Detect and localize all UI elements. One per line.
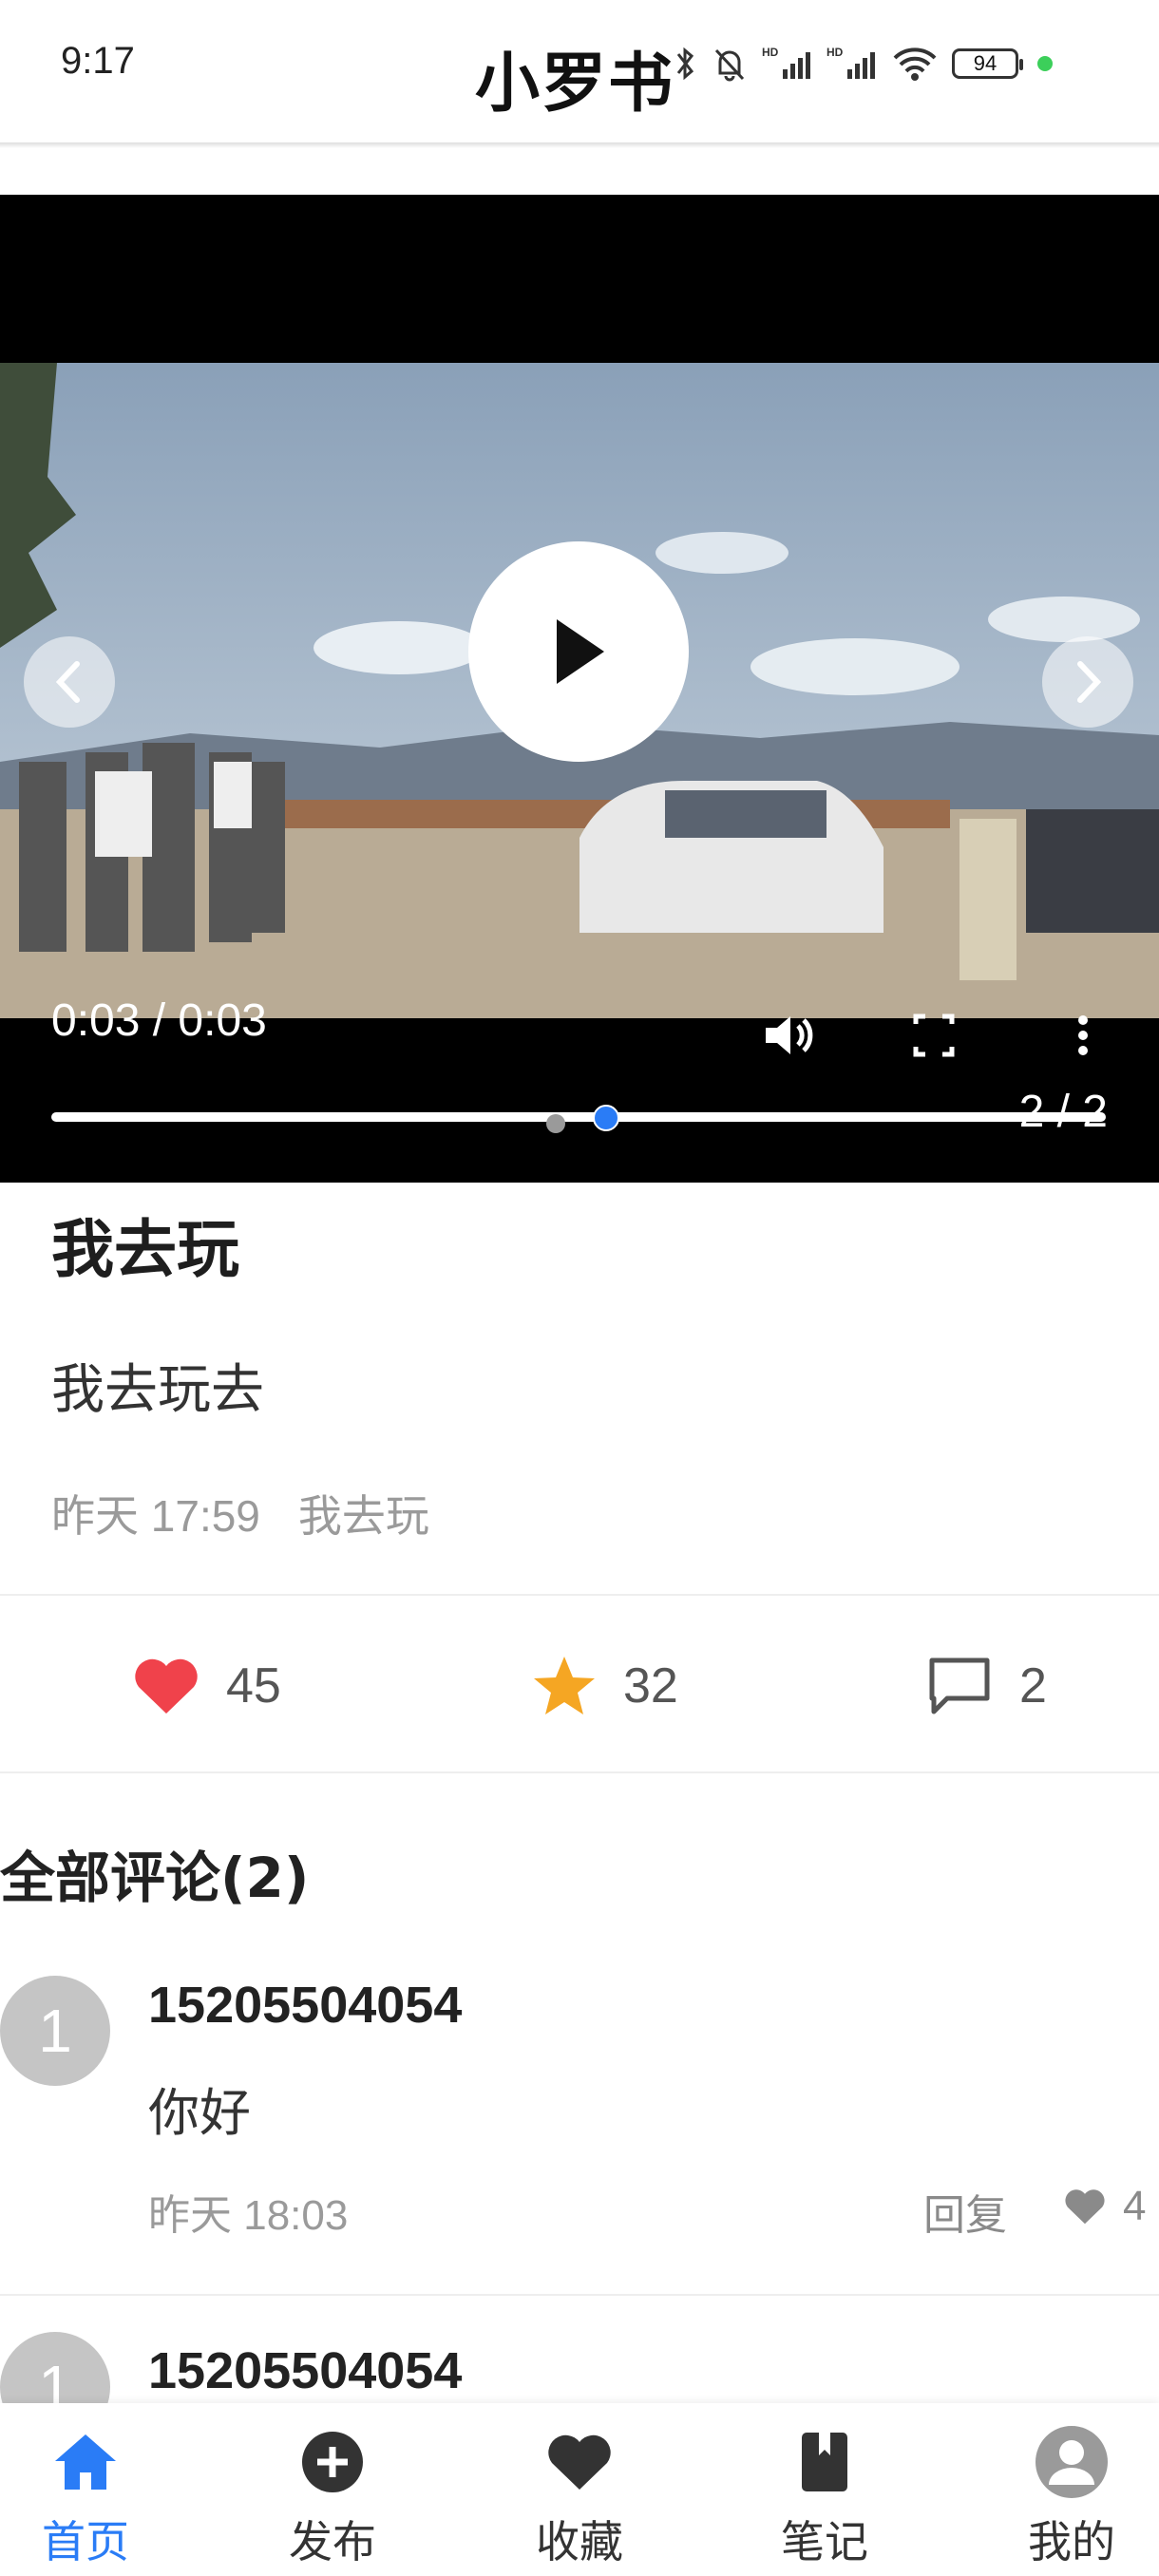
heart-icon [135, 1658, 198, 1714]
chevron-left-icon [55, 661, 80, 703]
user-icon [1036, 2426, 1108, 2498]
signal-1-icon: HD [762, 46, 810, 79]
favorite-count: 32 [623, 1658, 678, 1714]
divider [0, 1771, 1159, 1773]
progress-handle[interactable] [593, 1105, 619, 1131]
video-time: 0:03 / 0:03 [51, 995, 267, 1046]
comment-like-count: 4 [1123, 2183, 1147, 2229]
privacy-dot-icon [1037, 56, 1053, 71]
comment-username[interactable]: 15205504054 [148, 1976, 462, 2035]
comment-like-button[interactable]: 4 [1064, 2183, 1146, 2230]
volume-button[interactable] [760, 1007, 817, 1068]
fullscreen-icon [913, 1013, 955, 1057]
avatar[interactable]: 1 [0, 1976, 110, 2086]
nav-label: 笔记 [781, 2516, 868, 2567]
mute-bell-icon [714, 48, 745, 82]
bottom-nav: 首页 发布 收藏 笔记 我的 [0, 2403, 1159, 2576]
nav-me[interactable]: 我的 [977, 2424, 1159, 2567]
chevron-right-icon [1077, 661, 1102, 703]
heart-icon [1065, 2189, 1105, 2225]
play-icon [557, 619, 604, 684]
nav-label: 我的 [1028, 2516, 1115, 2567]
nav-label: 首页 [42, 2516, 129, 2567]
post-body: 我去玩去 [51, 1359, 264, 1421]
like-count: 45 [226, 1658, 281, 1714]
fullscreen-button[interactable] [910, 1007, 958, 1068]
page-indicator-dot [546, 1114, 565, 1133]
volume-icon [766, 1016, 813, 1054]
post-meta: 昨天 17:59 我去玩 [51, 1482, 429, 1544]
divider [0, 2294, 1159, 2296]
prev-arrow-button[interactable] [24, 636, 115, 728]
post-title: 我去玩 [51, 1213, 239, 1286]
heart-icon [548, 2434, 611, 2490]
nav-notes[interactable]: 笔记 [730, 2424, 920, 2567]
like-button[interactable]: 45 [133, 1643, 281, 1729]
status-time: 9:17 [61, 40, 135, 82]
comment-button[interactable]: 2 [926, 1643, 1047, 1729]
favorite-button[interactable]: 32 [532, 1643, 678, 1729]
star-icon [534, 1657, 595, 1714]
more-button[interactable] [1068, 1007, 1098, 1068]
status-bar: 9:17 小罗书 HD HD 94 [0, 0, 1159, 142]
status-icons: HD HD 94 [674, 40, 1053, 87]
nav-favorites[interactable]: 收藏 [484, 2424, 674, 2567]
post-date: 昨天 17:59 [51, 1491, 260, 1541]
nav-publish[interactable]: 发布 [238, 2424, 428, 2567]
post-tag[interactable]: 我去玩 [298, 1491, 429, 1541]
video-progress-bar[interactable] [51, 1105, 1106, 1131]
book-icon [802, 2433, 847, 2491]
svg-text:HD: HD [826, 46, 844, 59]
nav-label: 发布 [289, 2516, 376, 2567]
comment-text: 你好 [148, 2083, 251, 2143]
signal-2-icon: HD [826, 46, 875, 79]
comments-header: 全部评论(2) [0, 1846, 310, 1910]
divider [0, 1594, 1159, 1596]
comment-username[interactable]: 15205504054 [148, 2341, 462, 2400]
comment-time: 昨天 18:03 [148, 2192, 349, 2239]
video-player[interactable]: 0:03 / 0:03 2 / 2 [0, 195, 1159, 1183]
nav-label: 收藏 [536, 2516, 623, 2567]
wifi-icon [893, 47, 937, 81]
home-icon [55, 2434, 116, 2490]
media-counter: 2 / 2 [1018, 1087, 1108, 1137]
comment-count: 2 [1019, 1658, 1047, 1714]
nav-home[interactable]: 首页 [0, 2424, 180, 2567]
next-arrow-button[interactable] [1042, 636, 1133, 728]
comment-icon [929, 1657, 990, 1714]
plus-circle-icon [302, 2432, 363, 2492]
play-button[interactable] [468, 541, 689, 762]
reply-button[interactable]: 回复 [923, 2181, 1007, 2242]
bluetooth-icon [676, 47, 694, 81]
battery-icon: 94 [952, 48, 1023, 79]
header-divider [0, 142, 1159, 148]
svg-text:HD: HD [762, 46, 779, 59]
more-vertical-icon [1078, 1015, 1088, 1055]
app-title: 小罗书 [475, 47, 675, 122]
